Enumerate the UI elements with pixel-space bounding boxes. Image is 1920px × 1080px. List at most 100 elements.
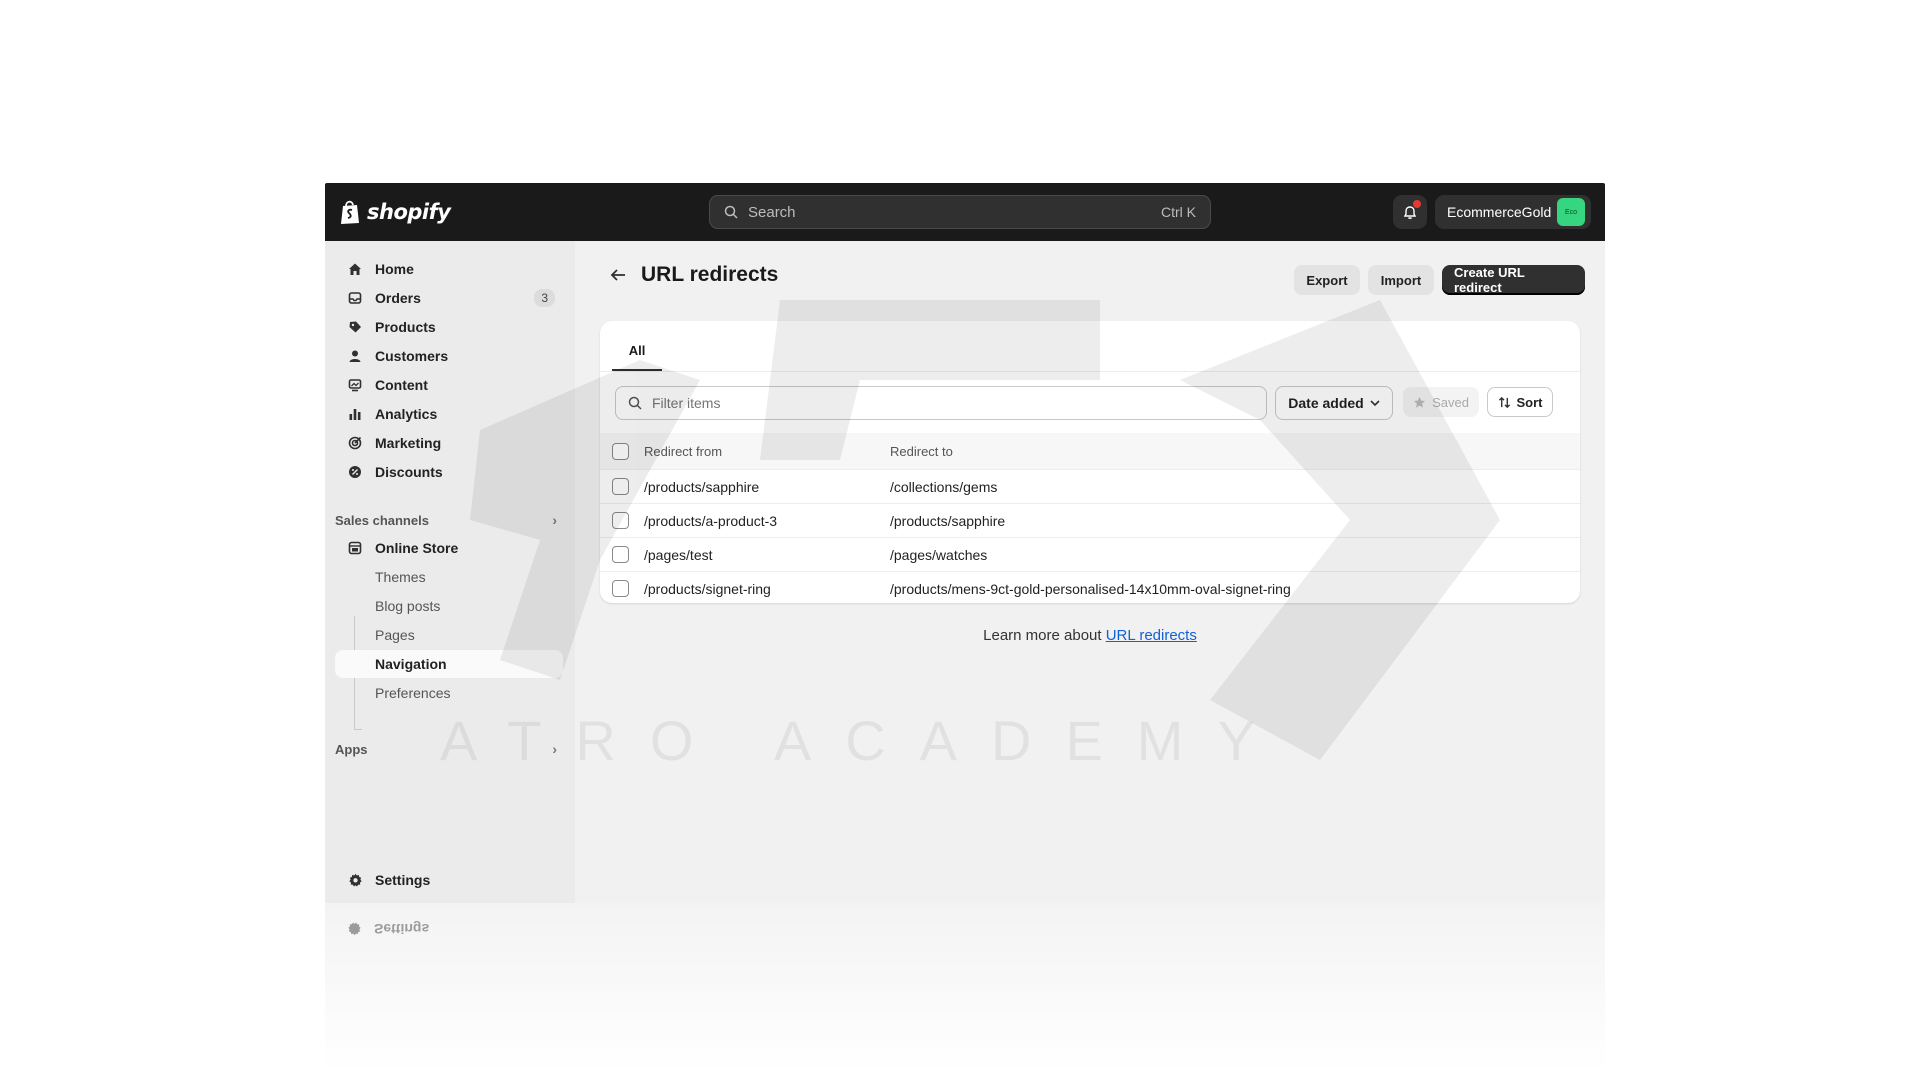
sidebar-item-marketing[interactable]: Marketing [335, 429, 563, 457]
shopify-admin-window: shopify Search Ctrl K EcommerceGold Eco [325, 183, 1605, 903]
top-bar: shopify Search Ctrl K EcommerceGold Eco [325, 183, 1605, 241]
sidebar-item-label: Analytics [375, 406, 438, 422]
target-icon [347, 435, 363, 451]
page-header: URL redirects [607, 263, 778, 287]
global-search[interactable]: Search Ctrl K [709, 195, 1211, 229]
arrow-left-icon [610, 269, 625, 281]
reflected-settings: Settings [347, 921, 429, 937]
saved-label: Saved [1432, 394, 1469, 410]
sidebar-item-home[interactable]: Home [335, 255, 563, 283]
online-store-icon [347, 540, 363, 556]
column-header-redirect-to[interactable]: Redirect to [890, 444, 953, 459]
search-shortcut: Ctrl K [1161, 204, 1196, 220]
search-icon [724, 205, 738, 219]
discount-icon [347, 464, 363, 480]
redirect-from-cell: /products/sapphire [644, 478, 760, 495]
sidebar: Home Orders 3 Products Customers Content… [325, 241, 575, 903]
filter-items-input[interactable] [650, 394, 1254, 412]
select-all-checkbox[interactable] [612, 442, 629, 460]
date-added-label: Date added [1288, 395, 1364, 411]
reflected-settings-label: Settings [374, 921, 430, 937]
saved-views-button[interactable]: Saved [1403, 387, 1479, 417]
redirect-to-cell: /products/mens-9ct-gold-personalised-14x… [890, 580, 1291, 597]
sidebar-item-label: Marketing [375, 435, 442, 451]
sidebar-item-label: Online Store [375, 540, 459, 556]
shopify-bag-icon [341, 200, 359, 224]
redirect-from-cell: /products/a-product-3 [644, 512, 778, 529]
date-added-dropdown[interactable]: Date added [1275, 386, 1393, 420]
filter-items-field[interactable] [615, 386, 1267, 420]
row-checkbox[interactable] [612, 478, 629, 495]
sidebar-item-settings[interactable]: Settings [335, 866, 563, 894]
sort-arrows-icon [1498, 396, 1510, 408]
subitem-label: Navigation [375, 656, 447, 672]
redirect-from-cell: /products/signet-ring [644, 580, 771, 597]
store-name: EcommerceGold [1447, 204, 1552, 220]
sidebar-item-label: Discounts [375, 464, 443, 480]
back-button[interactable] [607, 264, 629, 286]
page-title: URL redirects [641, 263, 779, 286]
sidebar-subitem-pages[interactable]: Pages [335, 621, 563, 649]
redirect-to-cell: /collections/gems [890, 478, 998, 495]
sort-button[interactable]: Sort [1487, 387, 1553, 417]
sidebar-item-online-store[interactable]: Online Store [335, 534, 563, 562]
create-url-redirect-button[interactable]: Create URL redirect [1442, 265, 1585, 295]
sidebar-item-label: Content [375, 377, 428, 393]
sales-channels-label: Sales channels [335, 512, 429, 528]
bar-chart-icon [347, 406, 363, 422]
sidebar-subitem-preferences[interactable]: Preferences [335, 679, 563, 707]
store-avatar: Eco [1557, 198, 1585, 226]
table-row[interactable]: /products/a-product-3 /products/sapphire [600, 503, 1580, 537]
sidebar-item-label: Products [375, 319, 436, 335]
sidebar-item-customers[interactable]: Customers [335, 342, 563, 370]
table-row[interactable]: /products/sapphire /collections/gems [600, 469, 1580, 503]
sidebar-item-label: Settings [375, 872, 431, 888]
table-row[interactable]: /products/signet-ring /products/mens-9ct… [600, 571, 1580, 603]
sales-channels-header[interactable]: Sales channels › [335, 512, 563, 528]
notifications-button[interactable] [1393, 195, 1427, 229]
url-redirects-link[interactable]: URL redirects [1106, 627, 1197, 644]
tab-all[interactable]: All [612, 331, 662, 371]
sidebar-subitem-themes[interactable]: Themes [335, 563, 563, 591]
table-row[interactable]: /pages/test /pages/watches [600, 537, 1580, 571]
sidebar-item-products[interactable]: Products [335, 313, 563, 341]
learn-more-footer: Learn more about URL redirects [575, 627, 1605, 644]
subitem-label: Preferences [375, 685, 451, 701]
store-switcher[interactable]: EcommerceGold Eco [1435, 195, 1591, 229]
apps-header[interactable]: Apps › [335, 741, 563, 757]
home-icon [347, 261, 363, 277]
person-icon [347, 348, 363, 364]
import-button[interactable]: Import [1368, 265, 1434, 295]
nav-tree-hook [354, 729, 362, 730]
chevron-down-icon [1370, 399, 1380, 406]
tabs-divider [600, 371, 1580, 372]
sidebar-subitem-navigation[interactable]: Navigation [335, 650, 563, 678]
notification-dot [1412, 199, 1422, 209]
export-button[interactable]: Export [1294, 265, 1360, 295]
apps-label: Apps [335, 741, 368, 757]
sort-label: Sort [1516, 394, 1543, 410]
subitem-label: Pages [375, 627, 415, 643]
orders-icon [347, 290, 363, 306]
subitem-label: Blog posts [375, 598, 441, 614]
sidebar-item-analytics[interactable]: Analytics [335, 400, 563, 428]
redirect-from-cell: /pages/test [644, 546, 713, 563]
row-checkbox[interactable] [612, 546, 629, 563]
row-checkbox[interactable] [612, 512, 629, 529]
sidebar-item-label: Customers [375, 348, 449, 364]
sidebar-item-content[interactable]: Content [335, 371, 563, 399]
row-checkbox[interactable] [612, 580, 629, 597]
gear-icon [347, 872, 363, 888]
main-content: URL redirects Export Import Create URL r… [575, 241, 1605, 903]
sidebar-subitem-blog-posts[interactable]: Blog posts [335, 592, 563, 620]
column-header-redirect-from[interactable]: Redirect from [644, 444, 722, 459]
sidebar-item-discounts[interactable]: Discounts [335, 458, 563, 486]
sidebar-item-label: Orders [375, 290, 421, 306]
brand-name: shopify [367, 200, 451, 224]
gear-icon [348, 923, 361, 936]
shopify-logo[interactable]: shopify [339, 197, 451, 227]
learn-more-text: Learn more about [983, 627, 1106, 644]
sidebar-item-orders[interactable]: Orders 3 [335, 284, 563, 312]
orders-count-badge: 3 [534, 289, 555, 307]
chevron-right-icon: › [552, 512, 557, 528]
